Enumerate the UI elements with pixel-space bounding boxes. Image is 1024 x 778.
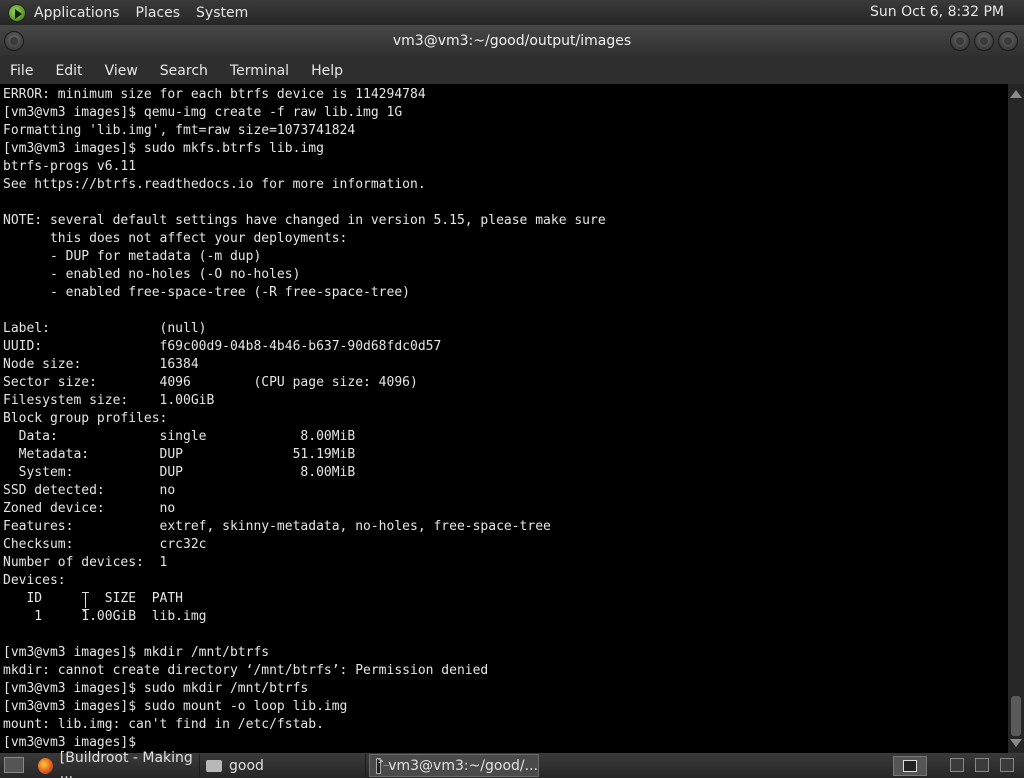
task-label: good	[229, 757, 264, 774]
window-titlebar[interactable]: vm3@vm3:~/good/output/images	[0, 25, 1024, 57]
places-menu[interactable]: Places	[136, 5, 181, 21]
menu-edit[interactable]: Edit	[55, 63, 82, 79]
terminal-scrollbar[interactable]	[1008, 84, 1024, 753]
terminal-line: this does not affect your deployments:	[3, 231, 348, 246]
menu-terminal[interactable]: Terminal	[230, 63, 289, 79]
workspace-switcher[interactable]	[893, 756, 927, 776]
terminal-line: Checksum: crc32c	[3, 537, 207, 552]
maximize-button[interactable]	[974, 31, 994, 51]
terminal-line: Devices:	[3, 573, 66, 588]
system-menu[interactable]: System	[196, 5, 248, 21]
terminal-line: 1 1.00GiB lib.img	[3, 609, 207, 624]
terminal-line: NOTE: several default settings have chan…	[3, 213, 606, 228]
terminal-line: SSD detected: no	[3, 483, 176, 498]
terminal-line: Metadata: DUP 51.19MiB	[3, 447, 356, 462]
terminal-line: [vm3@vm3 images]$ sudo mkdir /mnt/btrfs	[3, 681, 309, 696]
task-label: vm3@vm3:~/good/...	[388, 757, 538, 774]
task-label: [Buildroot - Making ...	[59, 749, 193, 778]
minimize-button[interactable]	[950, 31, 970, 51]
firefox-icon	[38, 757, 53, 774]
close-button[interactable]	[998, 31, 1018, 51]
terminal-line: Formatting 'lib.img', fmt=raw size=10737…	[3, 123, 356, 138]
applications-menu[interactable]: Applications	[34, 5, 120, 21]
terminal-line: [vm3@vm3 images]$ qemu-img create -f raw…	[3, 105, 403, 120]
terminal-line: Node size: 16384	[3, 357, 199, 372]
bottom-taskbar: [Buildroot - Making ... good vm3@vm3:~/g…	[0, 750, 1024, 778]
terminal-line: UUID: f69c00d9-04b8-4b46-b637-90d68fdc0d…	[3, 339, 442, 354]
menubar: File Edit View Search Terminal Help	[0, 57, 1024, 84]
workspace-icon	[903, 760, 917, 772]
terminal-line: btrfs-progs v6.11	[3, 159, 137, 174]
terminal-line: [vm3@vm3 images]$ mkdir /mnt/btrfs	[3, 645, 270, 660]
terminal-line: Sector size: 4096 (CPU page size: 4096)	[3, 375, 418, 390]
scroll-down-icon[interactable]	[1010, 739, 1022, 747]
terminal-line: Label: (null)	[3, 321, 207, 336]
terminal-line: ID SIZE PATH	[3, 591, 184, 606]
terminal-icon	[376, 757, 389, 774]
folder-icon	[206, 759, 222, 772]
top-panel: Applications Places System Sun Oct 6, 8:…	[0, 0, 1024, 25]
window-title: vm3@vm3:~/good/output/images	[392, 33, 632, 49]
terminal-line: - enabled no-holes (-O no-holes)	[3, 267, 301, 282]
task-terminal[interactable]: vm3@vm3:~/good/...	[369, 754, 539, 777]
terminal-line: System: DUP 8.00MiB	[3, 465, 356, 480]
terminal-line: - DUP for metadata (-m dup)	[3, 249, 262, 264]
terminal-line: Filesystem size: 1.00GiB	[3, 393, 215, 408]
terminal-line: mount: lib.img: can't find in /etc/fstab…	[3, 717, 324, 732]
terminal-output[interactable]: ERROR: minimum size for each btrfs devic…	[0, 84, 1008, 753]
terminal-line: mkdir: cannot create directory ‘/mnt/btr…	[3, 663, 489, 678]
terminal-line: Block group profiles:	[3, 411, 168, 426]
text-cursor-icon	[82, 592, 89, 610]
terminal-line: ERROR: minimum size for each btrfs devic…	[3, 87, 426, 102]
terminal-line: Features: extref, skinny-metadata, no-ho…	[3, 519, 551, 534]
scrollbar-thumb[interactable]	[1011, 696, 1021, 736]
terminal-line: [vm3@vm3 images]$ sudo mount -o loop lib…	[3, 699, 348, 714]
workspace-3-icon[interactable]	[975, 758, 989, 772]
terminal-line: - enabled free-space-tree (-R free-space…	[3, 285, 410, 300]
task-browser[interactable]: [Buildroot - Making ...	[32, 750, 200, 778]
menu-help[interactable]: Help	[311, 63, 343, 79]
menu-view[interactable]: View	[105, 63, 138, 79]
terminal-line: Data: single 8.00MiB	[3, 429, 356, 444]
menu-search[interactable]: Search	[160, 63, 208, 79]
workspace-2-icon[interactable]	[950, 758, 964, 772]
terminal-line: Number of devices: 1	[3, 555, 168, 570]
scroll-up-icon[interactable]	[1010, 90, 1022, 98]
show-desktop-icon[interactable]	[4, 757, 24, 773]
clock[interactable]: Sun Oct 6, 8:32 PM	[870, 4, 1004, 20]
distro-logo-icon[interactable]	[8, 3, 26, 22]
task-file-manager[interactable]: good	[200, 754, 366, 777]
terminal-line: Zoned device: no	[3, 501, 176, 516]
terminal-line: [vm3@vm3 images]$ sudo mkfs.btrfs lib.im…	[3, 141, 324, 156]
menu-file[interactable]: File	[10, 63, 33, 79]
workspace-4-icon[interactable]	[1000, 758, 1014, 772]
terminal-line: See https://btrfs.readthedocs.io for mor…	[3, 177, 426, 192]
